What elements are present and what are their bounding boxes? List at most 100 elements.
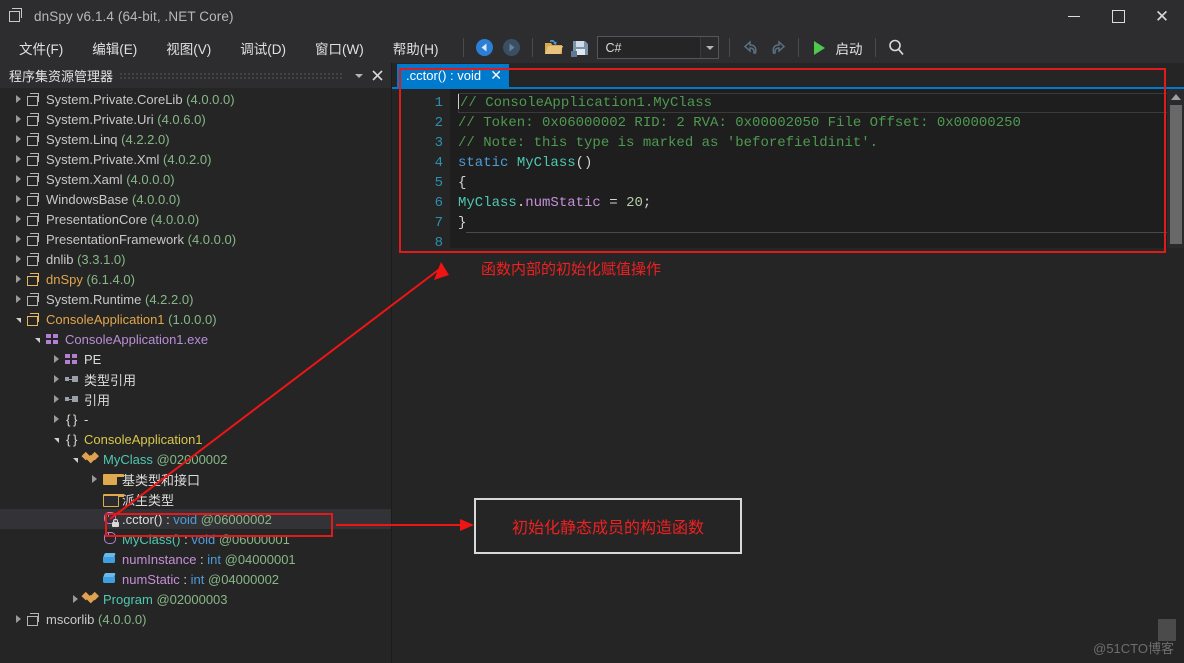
- close-icon[interactable]: [368, 66, 387, 85]
- tree-item-mscorlib[interactable]: mscorlib (4.0.0.0): [0, 609, 391, 629]
- tree-item-program[interactable]: Program @02000003: [0, 589, 391, 609]
- code-line-4[interactable]: static MyClass(): [458, 153, 1184, 173]
- expand-arrow-icon[interactable]: [11, 189, 25, 209]
- tree-item-pe[interactable]: PE: [0, 349, 391, 369]
- tree-item--[interactable]: 类型引用: [0, 369, 391, 389]
- tree-item-label: ConsoleApplication1 (1.0.0.0): [45, 312, 217, 327]
- tree-item-name: ConsoleApplication1: [46, 311, 165, 327]
- tree-item-system.linq[interactable]: System.Linq (4.2.2.0): [0, 129, 391, 149]
- tree-item-system.private.uri[interactable]: System.Private.Uri (4.0.6.0): [0, 109, 391, 129]
- tree-item-myclass-[interactable]: MyClass() : void @06000001: [0, 529, 391, 549]
- menu-file[interactable]: 文件(F): [8, 34, 74, 62]
- tree-item-myclass[interactable]: MyClass @02000002: [0, 449, 391, 469]
- search-icon[interactable]: [883, 36, 910, 60]
- collapse-arrow-icon[interactable]: [30, 329, 44, 349]
- tree-item-system.runtime[interactable]: System.Runtime (4.2.2.0): [0, 289, 391, 309]
- expand-arrow-icon[interactable]: [11, 129, 25, 149]
- tree-item--[interactable]: 引用: [0, 389, 391, 409]
- tree-item--[interactable]: 基类型和接口: [0, 469, 391, 489]
- code-line-1[interactable]: // ConsoleApplication1.MyClass: [458, 93, 1184, 113]
- tree-item-presentationframework[interactable]: PresentationFramework (4.0.0.0): [0, 229, 391, 249]
- assembly-tree[interactable]: System.Private.CoreLib (4.0.0.0) System.P…: [0, 88, 391, 663]
- expand-arrow-icon[interactable]: [87, 469, 101, 489]
- tree-item-numstatic[interactable]: numStatic : int @04000002: [0, 569, 391, 589]
- code-line-3[interactable]: // Note: this type is marked as 'beforef…: [458, 133, 1184, 153]
- editor-vertical-scrollbar[interactable]: [1167, 89, 1184, 248]
- maximize-button[interactable]: [1096, 0, 1140, 32]
- expand-arrow-icon[interactable]: [11, 169, 25, 189]
- tree-item-system.xaml[interactable]: System.Xaml (4.0.0.0): [0, 169, 391, 189]
- code-line-6[interactable]: MyClass.numStatic = 20;: [458, 193, 1184, 213]
- minimize-button[interactable]: [1052, 0, 1096, 32]
- tree-item-name: PresentationCore: [46, 211, 148, 227]
- tree-item-name: ConsoleApplication1: [84, 431, 203, 447]
- save-icon[interactable]: [567, 36, 594, 60]
- tree-item-label: PresentationCore (4.0.0.0): [45, 212, 199, 227]
- chevron-down-icon[interactable]: [349, 66, 368, 85]
- code-editor[interactable]: 12345678 // ConsoleApplication1.MyClass /…: [392, 87, 1184, 248]
- expand-arrow-icon[interactable]: [49, 389, 63, 409]
- tree-item--[interactable]: { } -: [0, 409, 391, 429]
- tree-item-system.private.corelib[interactable]: System.Private.CoreLib (4.0.0.0): [0, 89, 391, 109]
- chevron-down-icon[interactable]: [700, 37, 719, 58]
- code-content[interactable]: // ConsoleApplication1.MyClass // Token: …: [450, 89, 1184, 248]
- tree-item-name: MyClass: [103, 451, 153, 467]
- tree-item-dnspy[interactable]: dnSpy (6.1.4.0): [0, 269, 391, 289]
- close-icon[interactable]: ✕: [489, 67, 503, 84]
- undo-icon[interactable]: [737, 36, 764, 60]
- code-token-cmt: // Token: 0x06000002 RID: 2 RVA: 0x00002…: [458, 115, 1021, 131]
- menu-window[interactable]: 窗口(W): [304, 34, 375, 62]
- tree-item-consoleapplication1[interactable]: { } ConsoleApplication1: [0, 429, 391, 449]
- tree-item-dnlib[interactable]: dnlib (3.3.1.0): [0, 249, 391, 269]
- collapse-arrow-icon[interactable]: [68, 449, 82, 469]
- tree-item-system.private.xml[interactable]: System.Private.Xml (4.0.2.0): [0, 149, 391, 169]
- collapse-arrow-icon[interactable]: [11, 309, 25, 329]
- tree-item-version: (4.0.0.0): [94, 611, 147, 627]
- menu-debug[interactable]: 调试(D): [229, 34, 297, 62]
- collapse-arrow-icon[interactable]: [49, 429, 63, 449]
- expand-arrow-icon[interactable]: [11, 229, 25, 249]
- code-line-8[interactable]: [458, 233, 1184, 248]
- expand-arrow-icon[interactable]: [11, 149, 25, 169]
- line-number: 5: [434, 175, 443, 191]
- open-folder-icon[interactable]: [540, 36, 567, 60]
- tree-item-.cctor-[interactable]: .cctor() : void @06000002: [0, 509, 391, 529]
- tree-item-name: System.Runtime: [46, 291, 142, 307]
- start-button[interactable]: 启动: [835, 38, 868, 58]
- expand-arrow-icon[interactable]: [11, 89, 25, 109]
- language-combo[interactable]: C#: [597, 36, 720, 59]
- tree-item-consoleapplication1[interactable]: ConsoleApplication1 (1.0.0.0): [0, 309, 391, 329]
- close-button[interactable]: ✕: [1140, 0, 1184, 32]
- expand-arrow-icon[interactable]: [11, 249, 25, 269]
- expand-arrow-icon[interactable]: [49, 349, 63, 369]
- scroll-up-arrow-icon[interactable]: [1170, 94, 1181, 100]
- expand-arrow-icon[interactable]: [11, 109, 25, 129]
- tab-cctor[interactable]: .cctor() : void ✕: [397, 64, 510, 87]
- scroll-thumb[interactable]: [1169, 105, 1182, 244]
- menu-view[interactable]: 视图(V): [155, 34, 222, 62]
- tree-item-label: mscorlib (4.0.0.0): [45, 612, 146, 627]
- expand-arrow-icon[interactable]: [49, 409, 63, 429]
- forward-arrow-icon[interactable]: [498, 36, 525, 60]
- tree-item-windowsbase[interactable]: WindowsBase (4.0.0.0): [0, 189, 391, 209]
- tree-item-label: .cctor() : void @06000002: [121, 512, 272, 527]
- tree-item-presentationcore[interactable]: PresentationCore (4.0.0.0): [0, 209, 391, 229]
- play-icon[interactable]: [806, 36, 833, 60]
- expand-arrow-icon[interactable]: [11, 609, 25, 629]
- code-line-7[interactable]: }: [458, 213, 1184, 233]
- tree-item-consoleapplication1.exe[interactable]: ConsoleApplication1.exe: [0, 329, 391, 349]
- expand-arrow-icon[interactable]: [11, 289, 25, 309]
- menu-edit[interactable]: 编辑(E): [81, 34, 148, 62]
- code-line-5[interactable]: {: [458, 173, 1184, 193]
- tree-item-label: ConsoleApplication1.exe: [64, 332, 208, 347]
- redo-icon[interactable]: [764, 36, 791, 60]
- menu-help[interactable]: 帮助(H): [382, 34, 450, 62]
- tree-item--[interactable]: 派生类型: [0, 489, 391, 509]
- code-line-2[interactable]: // Token: 0x06000002 RID: 2 RVA: 0x00002…: [458, 113, 1184, 133]
- back-arrow-icon[interactable]: [471, 36, 498, 60]
- expand-arrow-icon[interactable]: [11, 209, 25, 229]
- expand-arrow-icon[interactable]: [49, 369, 63, 389]
- expand-arrow-icon[interactable]: [11, 269, 25, 289]
- expand-arrow-icon[interactable]: [68, 589, 82, 609]
- tree-item-numinstance[interactable]: numInstance : int @04000001: [0, 549, 391, 569]
